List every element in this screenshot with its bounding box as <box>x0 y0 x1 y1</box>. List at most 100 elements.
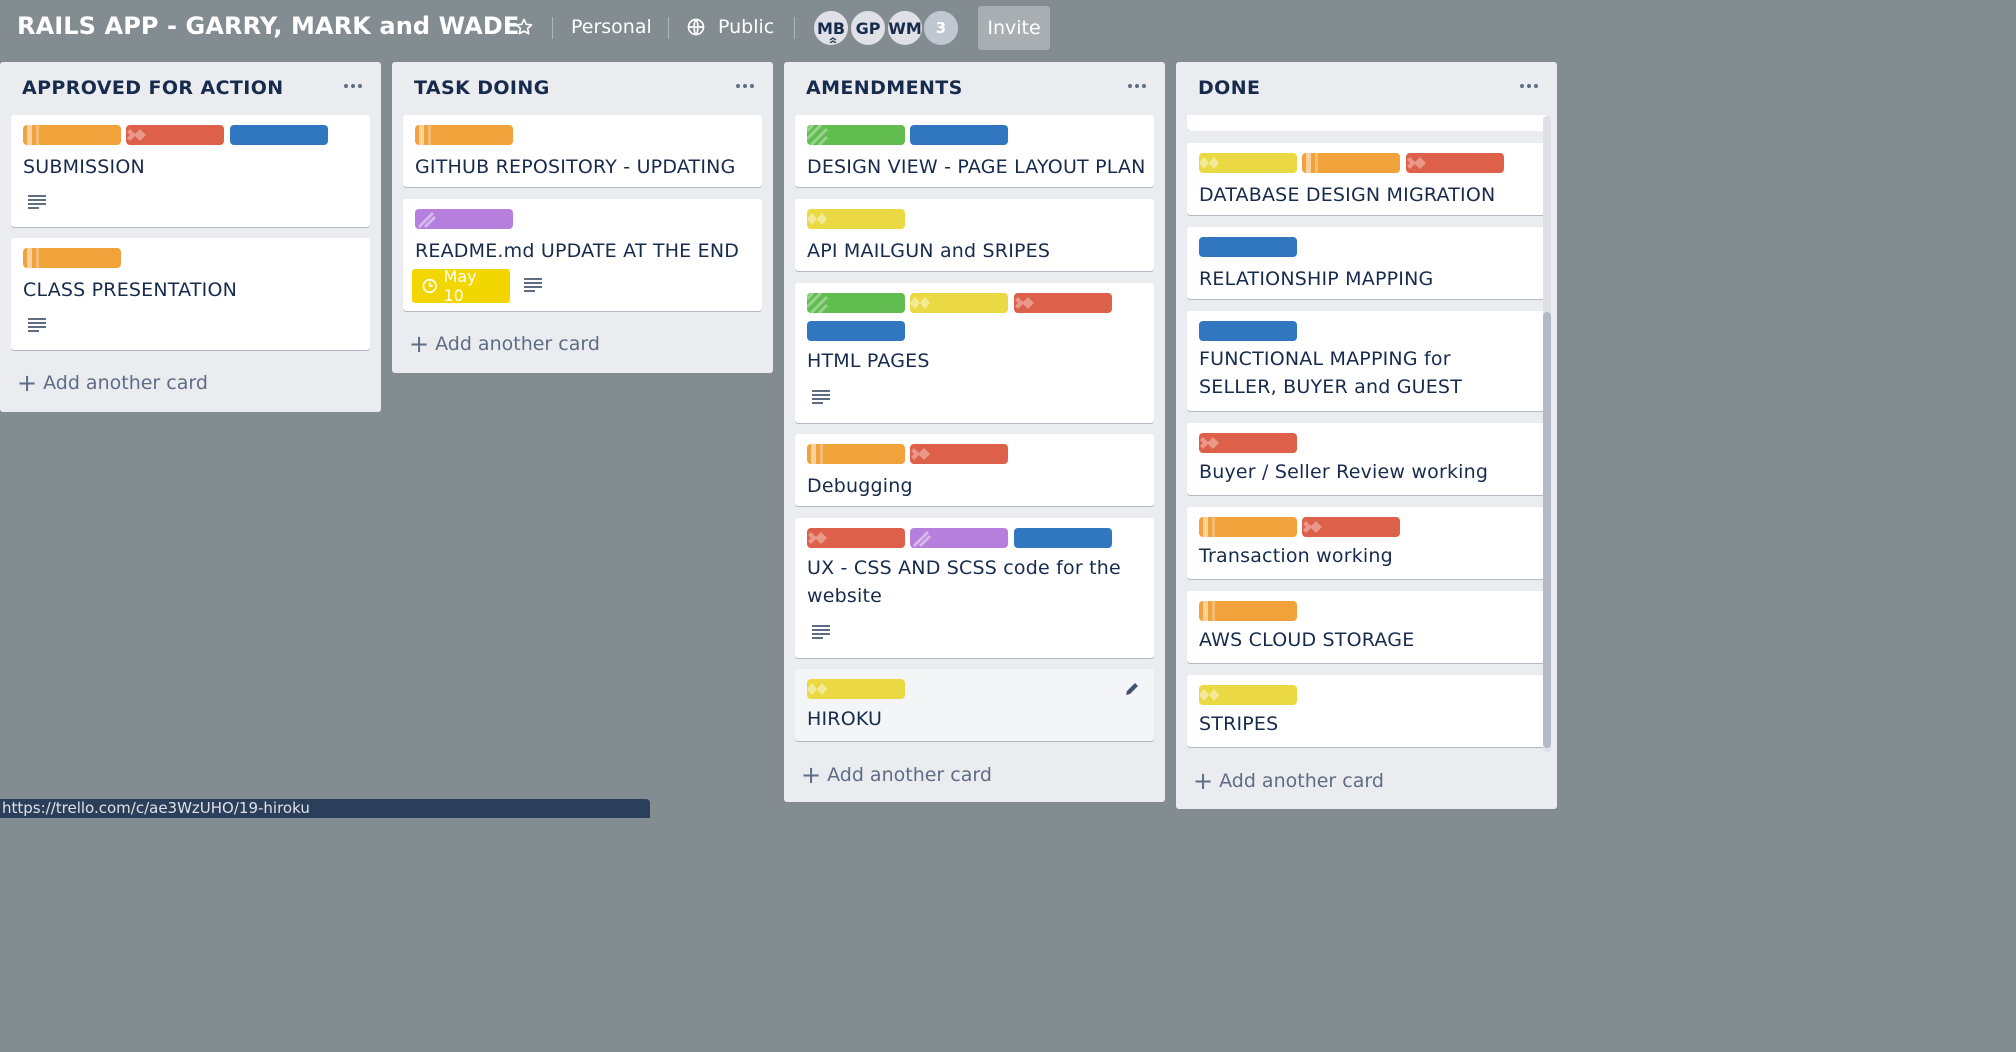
label-red[interactable] <box>1014 293 1112 313</box>
label-purple[interactable] <box>415 209 513 229</box>
add-card-button[interactable]: + Add another card <box>17 371 208 395</box>
invite-button[interactable]: Invite <box>978 6 1050 50</box>
list-menu-button[interactable] <box>339 72 367 100</box>
card-title: DATABASE DESIGN MIGRATION <box>1199 184 1496 206</box>
label-red[interactable] <box>807 528 905 548</box>
label-yellow[interactable] <box>807 679 905 699</box>
member-avatar[interactable]: WM <box>886 9 924 47</box>
due-date-badge[interactable]: May 10 <box>412 267 510 305</box>
star-button[interactable] <box>514 8 534 46</box>
label-orange[interactable] <box>1199 601 1297 621</box>
card-title: Buyer / Seller Review working <box>1199 461 1489 483</box>
label-yellow[interactable] <box>1199 685 1297 705</box>
card[interactable]: HTML PAGES <box>795 283 1154 423</box>
label-orange[interactable] <box>807 444 905 464</box>
card[interactable]: CLASS PRESENTATION <box>11 238 370 350</box>
label-blue[interactable] <box>910 125 1008 145</box>
more-icon <box>736 84 754 88</box>
card-title: UX - CSS AND SCSS code for the website <box>807 557 1121 607</box>
header-divider <box>552 17 553 39</box>
card-hovered[interactable]: HIROKU <box>795 669 1154 741</box>
status-bar-url: https://trello.com/c/ae3WzUHO/19-hiroku <box>0 799 650 818</box>
card[interactable]: Buyer / Seller Review working <box>1187 423 1546 495</box>
label-blue[interactable] <box>230 125 328 145</box>
admin-chevron-icon <box>829 37 837 43</box>
member-avatar[interactable]: MB <box>812 9 850 47</box>
star-icon <box>515 18 533 35</box>
label-yellow[interactable] <box>1199 153 1297 173</box>
label-blue[interactable] <box>1199 237 1297 257</box>
card[interactable] <box>1187 115 1546 131</box>
list-done: DONE DATABASE DESIGN MIGRATION RELATIONS… <box>1176 62 1557 809</box>
card-title: Transaction working <box>1199 545 1393 567</box>
globe-icon <box>687 18 705 36</box>
label-blue[interactable] <box>807 321 905 341</box>
card[interactable]: API MAILGUN and SRIPES <box>795 199 1154 271</box>
card-clip <box>1187 115 1546 131</box>
card[interactable]: DATABASE DESIGN MIGRATION <box>1187 143 1546 215</box>
label-red[interactable] <box>1199 433 1297 453</box>
card[interactable]: RELATIONSHIP MAPPING <box>1187 227 1546 299</box>
list-title[interactable]: AMENDMENTS <box>806 77 963 99</box>
label-orange[interactable] <box>1302 153 1400 173</box>
header-divider <box>668 17 669 39</box>
description-icon <box>28 195 46 209</box>
list-title[interactable]: TASK DOING <box>414 77 550 99</box>
label-red[interactable] <box>1302 517 1400 537</box>
card[interactable]: Debugging <box>795 434 1154 506</box>
header-divider <box>794 17 795 39</box>
card-title: CLASS PRESENTATION <box>23 279 238 301</box>
card-title: API MAILGUN and SRIPES <box>807 240 1051 262</box>
more-icon <box>1128 84 1146 88</box>
list-menu-button[interactable] <box>1515 72 1543 100</box>
label-red[interactable] <box>126 125 224 145</box>
card-title: GITHUB REPOSITORY - UPDATING <box>415 156 736 178</box>
label-orange[interactable] <box>415 125 513 145</box>
scrollbar-thumb[interactable] <box>1543 312 1551 748</box>
pencil-icon[interactable] <box>1123 680 1141 698</box>
board-title[interactable]: RAILS APP - GARRY, MARK and WADE <box>17 12 519 40</box>
list-title[interactable]: DONE <box>1198 77 1260 99</box>
label-green[interactable] <box>805 291 905 315</box>
list-menu-button[interactable] <box>731 72 759 100</box>
add-card-button[interactable]: + Add another card <box>801 761 992 789</box>
card[interactable]: FUNCTIONAL MAPPING for SELLER, BUYER and… <box>1187 311 1546 411</box>
clock-icon <box>422 278 437 294</box>
card-title: SUBMISSION <box>23 156 145 178</box>
card[interactable]: DESIGN VIEW - PAGE LAYOUT PLAN <box>795 115 1154 187</box>
label-orange[interactable] <box>23 125 121 145</box>
list-menu-button[interactable] <box>1123 72 1151 100</box>
description-icon <box>524 278 542 292</box>
card[interactable]: UX - CSS AND SCSS code for the website <box>795 518 1154 658</box>
label-green[interactable] <box>805 123 905 147</box>
member-overflow-count[interactable]: 3 <box>922 9 960 47</box>
card[interactable]: GITHUB REPOSITORY - UPDATING <box>403 115 762 187</box>
label-orange[interactable] <box>1199 517 1297 537</box>
card[interactable]: AWS CLOUD STORAGE <box>1187 591 1546 663</box>
label-blue[interactable] <box>1199 321 1297 341</box>
label-blue[interactable] <box>1014 528 1112 548</box>
description-icon <box>812 625 830 639</box>
card-title: RELATIONSHIP MAPPING <box>1199 268 1434 290</box>
card[interactable]: STRIPES <box>1187 675 1546 747</box>
list-title[interactable]: APPROVED FOR ACTION <box>22 77 284 99</box>
card[interactable]: README.md UPDATE AT THE END May 10 <box>403 199 762 311</box>
team-visibility-button[interactable]: Personal <box>571 8 652 46</box>
list-approved-for-action: APPROVED FOR ACTION SUBMISSION CLASS PRE… <box>0 62 381 412</box>
label-yellow[interactable] <box>910 293 1008 313</box>
add-card-button[interactable]: + Add another card <box>409 332 600 356</box>
add-card-button[interactable]: + Add another card <box>1193 769 1384 793</box>
label-orange[interactable] <box>23 248 121 268</box>
card[interactable]: Transaction working <box>1187 507 1546 579</box>
visibility-button[interactable]: Public <box>686 8 774 46</box>
member-avatar[interactable]: GP <box>849 9 887 47</box>
label-yellow[interactable] <box>807 209 905 229</box>
label-purple[interactable] <box>910 528 1008 548</box>
label-red[interactable] <box>1406 153 1504 173</box>
label-red[interactable] <box>910 444 1008 464</box>
plus-icon: + <box>801 761 822 789</box>
card-title: Debugging <box>807 475 913 497</box>
card[interactable]: SUBMISSION <box>11 115 370 227</box>
list-scrollbar[interactable] <box>1543 116 1551 752</box>
board-header: RAILS APP - GARRY, MARK and WADE Persona… <box>0 0 1568 56</box>
